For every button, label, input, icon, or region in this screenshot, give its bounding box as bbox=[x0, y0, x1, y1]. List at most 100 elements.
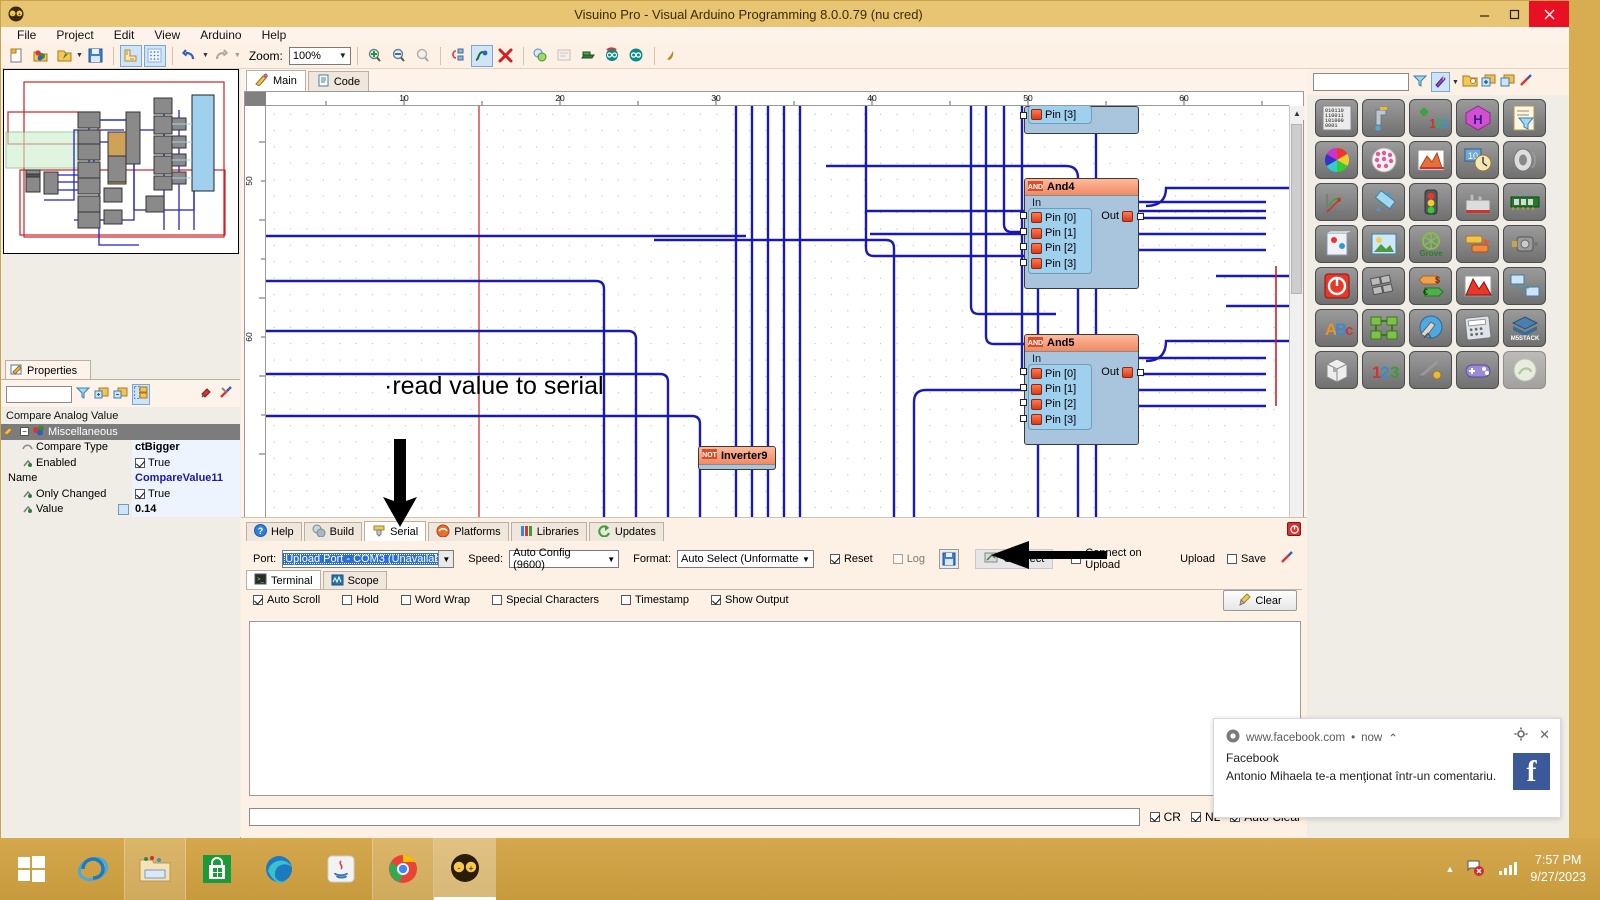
palette-item-m5stack-icon[interactable]: M5STACK bbox=[1503, 309, 1546, 347]
about-visuino-icon[interactable] bbox=[661, 45, 683, 67]
pin-row[interactable]: Pin [0] bbox=[1031, 210, 1089, 225]
zoom-in-icon[interactable] bbox=[364, 45, 386, 67]
palette-item-motor-icon[interactable] bbox=[1503, 225, 1546, 263]
palette-item-calculator-icon[interactable] bbox=[1456, 309, 1499, 347]
option-cr[interactable]: CR bbox=[1149, 810, 1181, 824]
save-icon[interactable] bbox=[85, 45, 107, 67]
connect-button[interactable]: Connect bbox=[975, 549, 1054, 569]
chevron-up-icon[interactable]: ⌃ bbox=[1388, 731, 1398, 745]
property-row-name[interactable]: Name CompareValue11 bbox=[1, 470, 240, 486]
out-terminal[interactable] bbox=[1137, 369, 1144, 376]
pin-row[interactable]: Pin [2] bbox=[1031, 241, 1089, 256]
zoom-reset-icon[interactable] bbox=[412, 45, 434, 67]
group-collapse-icon[interactable] bbox=[113, 385, 129, 404]
open-recent-caret-icon[interactable]: ▼ bbox=[76, 52, 83, 59]
menu-item-project[interactable]: Project bbox=[46, 27, 103, 43]
pin-terminal[interactable] bbox=[1020, 212, 1027, 219]
option-special-characters[interactable]: Special Characters bbox=[492, 594, 599, 606]
option-timestamp[interactable]: Timestamp bbox=[621, 594, 689, 606]
pin-row[interactable]: Pin [0] bbox=[1031, 366, 1089, 381]
pin-terminal[interactable] bbox=[1020, 384, 1027, 391]
diagram-canvas[interactable]: 10 20 30 40 50 60 50 60 ·read value to s… bbox=[244, 91, 1304, 546]
palette-item-integration-icon[interactable] bbox=[1362, 309, 1405, 347]
palette-item-chart-icon[interactable] bbox=[1409, 141, 1452, 179]
pin-terminal[interactable] bbox=[1020, 415, 1027, 422]
diagram-grid[interactable]: ·read value to serial Pin [3] AND And4 I… bbox=[266, 106, 1289, 531]
filter-icon[interactable] bbox=[75, 385, 91, 404]
palette-item-axes-3d-icon[interactable] bbox=[1315, 183, 1358, 221]
property-search-input[interactable] bbox=[6, 385, 72, 403]
palette-item-transform-icon[interactable] bbox=[1362, 183, 1405, 221]
network-error-icon[interactable] bbox=[1466, 859, 1486, 880]
redo-caret-icon[interactable]: ▼ bbox=[234, 52, 241, 59]
property-checkbox[interactable] bbox=[135, 488, 145, 499]
log-checkbox[interactable] bbox=[892, 554, 903, 564]
tools-icon[interactable] bbox=[1280, 550, 1295, 568]
palette-item-factory-icon[interactable] bbox=[1456, 183, 1499, 221]
timestamp-checkbox[interactable] bbox=[621, 595, 631, 605]
tab-libraries[interactable]: Libraries bbox=[510, 522, 587, 541]
start-button[interactable] bbox=[0, 838, 62, 900]
menu-item-arduino[interactable]: Arduino bbox=[190, 27, 251, 43]
edge-button[interactable] bbox=[248, 838, 310, 900]
minimize-button[interactable] bbox=[1469, 1, 1499, 27]
pin-terminal[interactable] bbox=[1020, 368, 1027, 375]
palette-item-audio-icon[interactable] bbox=[1503, 141, 1546, 179]
palette-item-measure-icon[interactable] bbox=[1409, 351, 1452, 389]
close-dock-button[interactable] bbox=[1287, 522, 1301, 536]
palette-item-memory-icon[interactable] bbox=[1503, 183, 1546, 221]
java-button[interactable] bbox=[310, 838, 372, 900]
property-value[interactable]: ctBigger bbox=[132, 439, 240, 455]
palette-item-gamepad-icon[interactable] bbox=[1456, 351, 1499, 389]
build-icon[interactable] bbox=[530, 45, 552, 67]
grid-icon[interactable] bbox=[143, 44, 166, 67]
pin-terminal[interactable] bbox=[1020, 228, 1027, 235]
pin-terminal[interactable] bbox=[1020, 112, 1027, 119]
pin-row[interactable]: Pin [1] bbox=[1031, 225, 1089, 240]
signal-icon[interactable] bbox=[1498, 860, 1518, 879]
block-pin3-top[interactable]: Pin [3] bbox=[1020, 106, 1139, 134]
filter-icon[interactable] bbox=[1412, 73, 1428, 92]
speed-select[interactable]: Auto Config (9600) ▼ bbox=[509, 547, 620, 571]
palette-item-signal-generator-icon[interactable] bbox=[1456, 267, 1499, 305]
collapse-toggle-icon[interactable]: − bbox=[20, 427, 29, 437]
delete-icon[interactable] bbox=[495, 45, 517, 67]
tab-code[interactable]: Code bbox=[307, 71, 370, 91]
palette-item-network-icon[interactable] bbox=[1503, 267, 1546, 305]
tab-help[interactable]: ? Help bbox=[246, 522, 302, 541]
menu-item-file[interactable]: File bbox=[7, 27, 46, 43]
terminal-send-input[interactable] bbox=[249, 808, 1140, 826]
save-log-icon[interactable] bbox=[939, 549, 960, 569]
property-category-row[interactable]: − Miscellaneous bbox=[1, 424, 240, 440]
format-select[interactable]: Auto Select (Unformatted) ▼ bbox=[677, 550, 814, 568]
route-wires-icon[interactable] bbox=[470, 44, 493, 67]
pin-terminal[interactable] bbox=[1020, 259, 1027, 266]
palette-item-text-icon[interactable]: ABc bbox=[1315, 309, 1358, 347]
wizard-icon[interactable] bbox=[1431, 72, 1450, 92]
connect-on-upload-checkbox[interactable] bbox=[1071, 554, 1082, 564]
show-hidden-icons-button[interactable]: ▲ bbox=[1445, 864, 1454, 874]
option-show-output[interactable]: Show Output bbox=[711, 594, 789, 606]
clear-button[interactable]: Clear bbox=[1223, 590, 1297, 611]
close-button[interactable] bbox=[1529, 1, 1569, 27]
menu-item-help[interactable]: Help bbox=[252, 27, 297, 43]
notification-close-button[interactable]: ✕ bbox=[1539, 727, 1550, 743]
group-expand-icon[interactable] bbox=[94, 385, 110, 404]
arrange-icon[interactable] bbox=[447, 45, 469, 67]
tab-terminal[interactable]: >_ Terminal bbox=[246, 570, 321, 590]
palette-item-image-icon[interactable] bbox=[1362, 225, 1405, 263]
settings-icon[interactable] bbox=[219, 385, 234, 403]
pin-row[interactable]: Pin [3] bbox=[1031, 256, 1089, 271]
chrome-button[interactable] bbox=[372, 838, 434, 900]
property-editor-button[interactable] bbox=[118, 503, 129, 515]
block-and4[interactable]: AND And4 In Out Pin [0] Pin [1] Pin [2] … bbox=[1020, 178, 1144, 289]
palette-item-logic-blocks-icon[interactable] bbox=[1456, 225, 1499, 263]
palette-item-matrix-keypad-icon[interactable] bbox=[1362, 267, 1405, 305]
group-icon[interactable] bbox=[1500, 73, 1516, 91]
palette-item-package-icon[interactable] bbox=[1315, 351, 1358, 389]
palette-item-analog-input-icon[interactable] bbox=[1362, 99, 1405, 137]
open-project-icon[interactable] bbox=[29, 45, 51, 67]
palette-item-data-filter-icon[interactable] bbox=[1503, 99, 1546, 137]
internet-explorer-button[interactable] bbox=[62, 838, 124, 900]
property-value[interactable]: CompareValue11 bbox=[132, 470, 240, 486]
